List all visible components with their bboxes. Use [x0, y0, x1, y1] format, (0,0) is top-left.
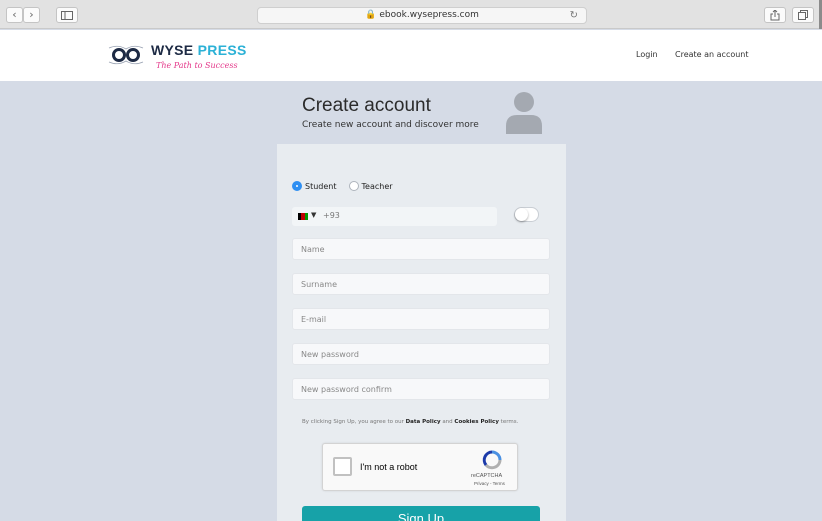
teacher-radio[interactable] — [348, 181, 359, 191]
recaptcha-brand: reCAPTCHA — [471, 473, 503, 479]
logo-mark-icon — [108, 45, 144, 65]
browser-toolbar: ‹ › 🔒 ebook.wysepress.com ↻ — [0, 0, 822, 29]
password-confirm-input[interactable] — [292, 378, 550, 400]
password-input[interactable] — [292, 343, 550, 365]
role-selector: Student Teacher — [292, 181, 405, 191]
phone-input[interactable]: ▼ +93 — [292, 207, 497, 226]
chevron-down-icon[interactable]: ▼ — [311, 211, 316, 219]
page-subtitle: Create new account and discover more — [302, 120, 479, 130]
share-icon[interactable] — [764, 7, 786, 23]
toggle-switch[interactable] — [514, 207, 539, 222]
recaptcha-label: I'm not a robot — [360, 462, 418, 472]
brand-logo[interactable]: WYSE PRESS The Path to Success — [108, 42, 248, 74]
brand-tagline: The Path to Success — [156, 61, 238, 70]
brand-name: WYSE PRESS — [151, 42, 247, 58]
form-header: Create account Create new account and di… — [302, 95, 479, 130]
afghanistan-flag-icon[interactable] — [298, 213, 308, 220]
student-radio[interactable] — [292, 181, 302, 191]
sidebar-icon[interactable] — [56, 7, 78, 23]
nav-login-link[interactable]: Login — [636, 50, 658, 59]
recaptcha-checkbox[interactable] — [333, 457, 352, 476]
student-radio-label[interactable]: Student — [305, 182, 337, 191]
user-avatar-icon — [506, 92, 542, 134]
forward-icon[interactable]: › — [23, 7, 40, 23]
cookies-policy-link[interactable]: Cookies Policy — [454, 419, 498, 425]
dial-code: +93 — [323, 211, 340, 220]
teacher-radio-label[interactable]: Teacher — [362, 182, 393, 191]
recaptcha-widget: I'm not a robot reCAPTCHA Privacy - Term… — [322, 443, 518, 491]
address-bar[interactable]: 🔒 ebook.wysepress.com ↻ — [257, 7, 587, 24]
site-header: WYSE PRESS The Path to Success Login Cre… — [0, 30, 822, 81]
sign-up-button[interactable]: Sign Up — [302, 506, 540, 521]
terms-text: By clicking Sign Up, you agree to our Da… — [302, 419, 519, 425]
reload-icon[interactable]: ↻ — [570, 8, 578, 23]
nav-create-account-link[interactable]: Create an account — [675, 50, 749, 59]
page-title: Create account — [302, 95, 431, 116]
data-policy-link[interactable]: Data Policy — [406, 419, 441, 425]
back-icon[interactable]: ‹ — [6, 7, 23, 23]
recaptcha-logo-icon — [482, 450, 502, 470]
tabs-icon[interactable] — [792, 7, 814, 23]
recaptcha-links[interactable]: Privacy - Terms — [474, 481, 505, 486]
url-text: ebook.wysepress.com — [379, 10, 479, 20]
name-input[interactable] — [292, 238, 550, 260]
surname-input[interactable] — [292, 273, 550, 295]
lock-icon: 🔒 — [365, 10, 377, 20]
email-input[interactable] — [292, 308, 550, 330]
